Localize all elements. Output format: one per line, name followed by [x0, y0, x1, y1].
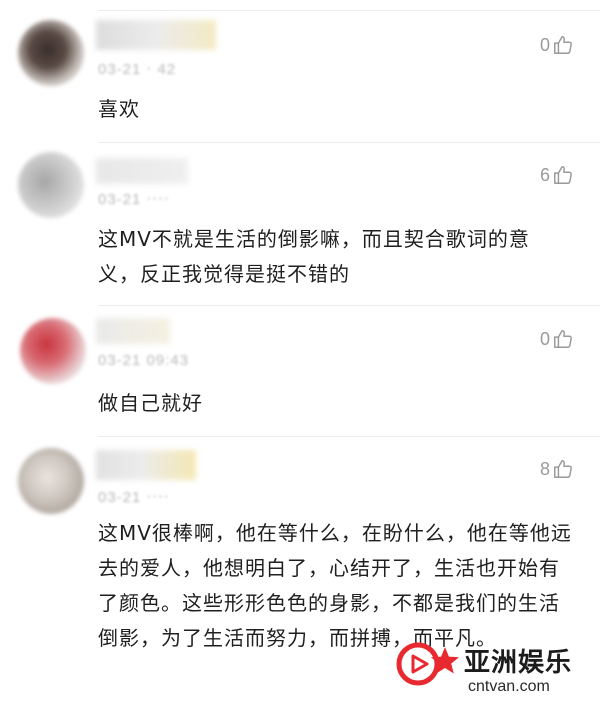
avatar[interactable] — [18, 152, 84, 218]
like-button[interactable]: 8 — [540, 458, 574, 480]
like-button[interactable]: 0 — [540, 328, 574, 350]
thumbs-up-icon — [554, 330, 572, 348]
comment-text: 这MV很棒啊，他在等什么，在盼什么，他在等他远去的爱人，他想明白了，心结开了，生… — [98, 521, 572, 650]
site-watermark: 亚洲娱乐 cntvan.com — [396, 640, 596, 700]
username-redacted — [96, 450, 196, 480]
comment-text: 做自己就好 — [98, 391, 203, 415]
thumbs-up-icon — [554, 166, 572, 184]
timestamp-redacted: 03-21 ‧‧‧‧ — [98, 489, 170, 506]
like-count: 6 — [539, 164, 550, 185]
divider — [98, 142, 600, 143]
username-redacted — [96, 318, 170, 344]
thumbs-up-icon — [554, 460, 572, 478]
watermark-title: 亚洲娱乐 — [464, 648, 573, 678]
star-icon — [431, 647, 459, 674]
username-redacted — [96, 20, 216, 50]
avatar[interactable] — [18, 20, 84, 86]
username-redacted — [96, 158, 188, 184]
comment-text: 喜欢 — [98, 97, 140, 121]
divider — [98, 436, 600, 437]
like-count: 8 — [539, 458, 550, 479]
like-button[interactable]: 6 — [540, 164, 574, 186]
timestamp-redacted: 03-21 ‧ 42 — [98, 61, 177, 78]
timestamp-redacted: 03-21 09:43 — [98, 352, 190, 369]
divider — [98, 10, 600, 11]
avatar[interactable] — [20, 318, 86, 384]
timestamp-redacted: 03-21 ‧‧‧‧ — [98, 191, 170, 208]
comment-text: 这MV不就是生活的倒影嘛，而且契合歌词的意义，反正我觉得是挺不错的 — [98, 227, 530, 286]
like-count: 0 — [539, 34, 550, 55]
like-count: 0 — [539, 328, 550, 349]
watermark-url: cntvan.com — [468, 678, 550, 695]
avatar[interactable] — [18, 448, 84, 514]
thumbs-up-icon — [554, 36, 572, 54]
like-button[interactable]: 0 — [540, 34, 574, 56]
divider — [98, 305, 600, 306]
